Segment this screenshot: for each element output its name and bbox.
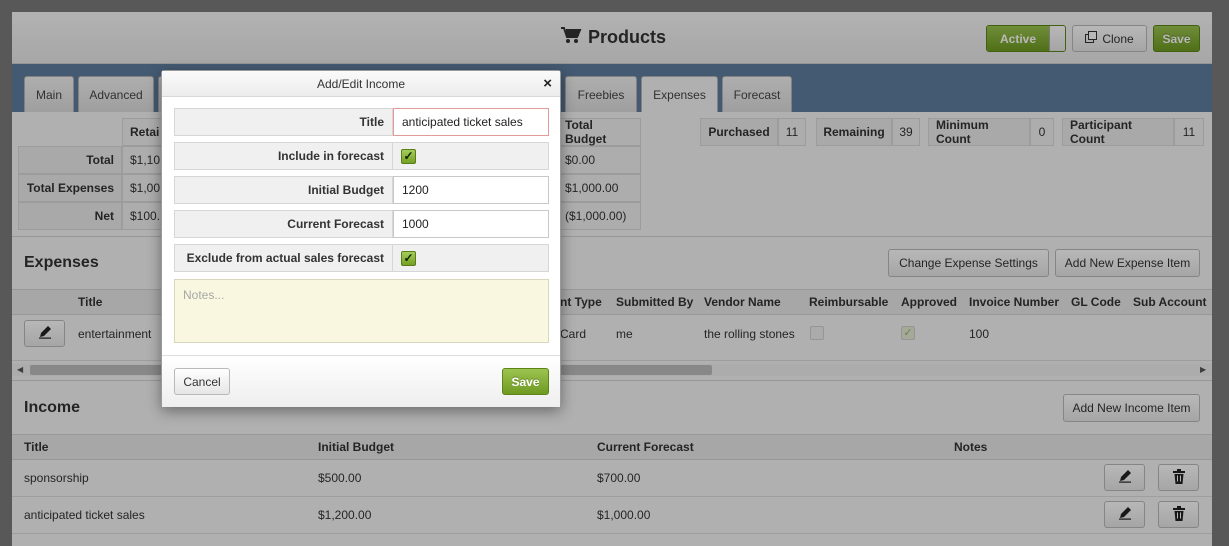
title-label: Title — [174, 108, 393, 136]
initial-budget-row: Initial Budget — [174, 176, 549, 204]
checkmark-icon: ✓ — [403, 149, 414, 163]
include-forecast-cell: ✓ — [393, 142, 549, 170]
current-forecast-label: Current Forecast — [174, 210, 393, 238]
exclude-forecast-row: Exclude from actual sales forecast ✓ — [174, 244, 549, 272]
checkmark-icon: ✓ — [403, 251, 414, 265]
initial-budget-input[interactable] — [393, 176, 549, 204]
include-forecast-checkbox[interactable]: ✓ — [401, 149, 416, 164]
initial-budget-label: Initial Budget — [174, 176, 393, 204]
dialog-footer: Cancel Save — [162, 355, 560, 407]
include-forecast-row: Include in forecast ✓ — [174, 142, 549, 170]
title-input[interactable] — [393, 108, 549, 136]
dialog-save-button[interactable]: Save — [502, 368, 549, 395]
dialog-header: Add/Edit Income × — [162, 71, 560, 97]
add-edit-income-dialog: Add/Edit Income × Title Include in forec… — [161, 70, 561, 407]
current-forecast-row: Current Forecast — [174, 210, 549, 238]
exclude-forecast-checkbox[interactable]: ✓ — [401, 251, 416, 266]
title-field-row: Title — [174, 108, 549, 136]
close-icon[interactable]: × — [543, 75, 552, 92]
exclude-forecast-label: Exclude from actual sales forecast — [174, 244, 393, 272]
exclude-forecast-cell: ✓ — [393, 244, 549, 272]
dialog-title: Add/Edit Income — [316, 77, 406, 91]
cancel-button[interactable]: Cancel — [174, 368, 230, 395]
notes-textarea[interactable] — [174, 279, 549, 343]
current-forecast-input[interactable] — [393, 210, 549, 238]
include-forecast-label: Include in forecast — [174, 142, 393, 170]
